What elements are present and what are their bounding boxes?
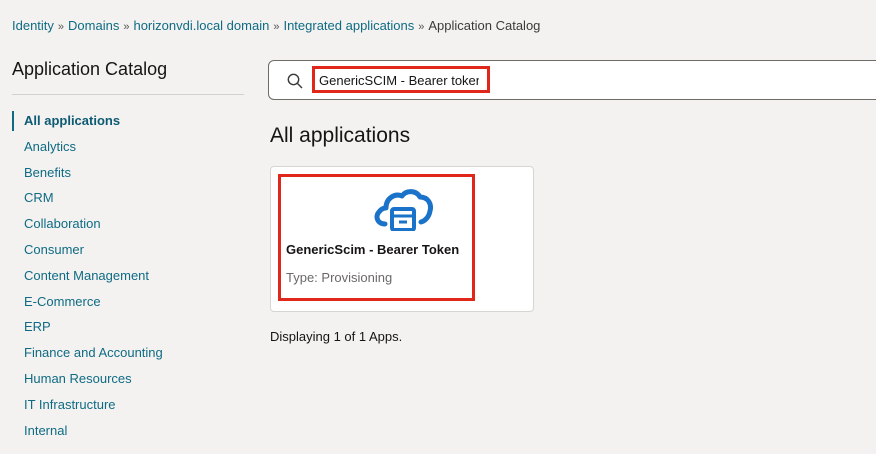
search-icon[interactable] (287, 73, 303, 94)
sidebar-title: Application Catalog (12, 59, 168, 79)
category-benefits[interactable]: Benefits (12, 160, 244, 186)
category-analytics[interactable]: Analytics (12, 134, 244, 160)
breadcrumb: Identity» Domains» horizonvdi.local domain… (12, 18, 540, 33)
category-content-management[interactable]: Content Management (12, 263, 244, 289)
app-card[interactable]: GenericScim - Bearer Token Type: Provisi… (270, 166, 534, 312)
category-finance-and-accounting[interactable]: Finance and Accounting (12, 340, 244, 366)
breadcrumb-separator: » (57, 21, 65, 33)
results-count: Displaying 1 of 1 Apps. (270, 329, 403, 344)
breadcrumb-current: Application Catalog (428, 18, 541, 33)
category-list: All applications Analytics Benefits CRM … (12, 108, 244, 443)
app-name: GenericScim - Bearer Token (286, 242, 460, 257)
breadcrumb-separator: » (418, 21, 425, 33)
category-erp[interactable]: ERP (12, 314, 244, 340)
category-all-applications[interactable]: All applications (12, 108, 244, 134)
breadcrumb-domains[interactable]: Domains (68, 18, 119, 33)
breadcrumb-identity[interactable]: Identity (12, 18, 54, 33)
category-consumer[interactable]: Consumer (12, 237, 244, 263)
breadcrumb-integrated-applications[interactable]: Integrated applications (283, 18, 414, 33)
page-title: All applications (270, 124, 411, 147)
breadcrumb-separator: » (273, 21, 280, 33)
category-e-commerce[interactable]: E-Commerce (12, 289, 244, 315)
category-collaboration[interactable]: Collaboration (12, 211, 244, 237)
category-it-infrastructure[interactable]: IT Infrastructure (12, 392, 244, 418)
category-internal[interactable]: Internal (12, 418, 244, 444)
search-input[interactable] (319, 71, 479, 89)
category-human-resources[interactable]: Human Resources (12, 366, 244, 392)
breadcrumb-separator: » (123, 21, 130, 33)
sidebar-divider (12, 94, 244, 95)
app-type: Type: Provisioning (286, 270, 393, 285)
category-crm[interactable]: CRM (12, 185, 244, 211)
search-box (268, 60, 876, 100)
cloud-app-icon (373, 185, 433, 236)
breadcrumb-domain[interactable]: horizonvdi.local domain (133, 18, 269, 33)
